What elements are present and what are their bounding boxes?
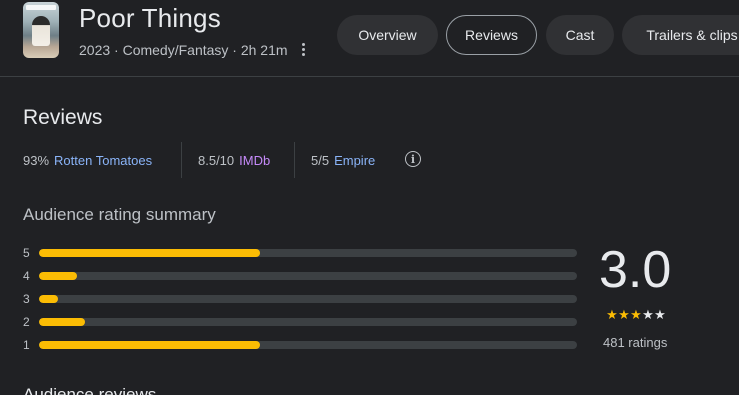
rating-bar-fill <box>39 249 260 257</box>
reviews-heading: Reviews <box>23 106 103 129</box>
rating-bar-row: 3 <box>23 292 578 306</box>
score-source-link[interactable]: IMDb <box>239 153 270 168</box>
poster-title-art <box>26 5 56 10</box>
star-rating: ★★★★★ <box>606 307 666 323</box>
score-value: 93% <box>23 153 50 168</box>
movie-meta: 2023 · Comedy/Fantasy · 2h 21m <box>79 42 288 58</box>
rating-bar-row: 1 <box>23 338 578 352</box>
movie-title: Poor Things <box>79 3 221 33</box>
rating-bar-label: 1 <box>23 338 30 352</box>
star-filled-icon: ★ <box>618 307 630 322</box>
rating-bar-track <box>39 295 577 303</box>
divider <box>294 142 295 178</box>
rating-bar-row: 5 <box>23 246 578 260</box>
score-source-link[interactable]: Empire <box>334 153 375 168</box>
more-options-icon[interactable] <box>297 40 309 58</box>
rating-bar-fill <box>39 341 260 349</box>
tab-trailers-clips[interactable]: Trailers & clips <box>622 15 739 55</box>
movie-poster[interactable] <box>23 2 59 58</box>
rating-bar-label: 4 <box>23 269 30 283</box>
score-imdb[interactable]: 8.5/10 IMDb <box>198 153 270 168</box>
star-filled-icon: ★ <box>606 307 618 322</box>
ratings-count: 481 ratings <box>603 335 668 350</box>
rating-bar-track <box>39 249 577 257</box>
rating-bar-label: 2 <box>23 315 30 329</box>
info-icon[interactable]: i <box>405 151 421 167</box>
rating-bar-track <box>39 318 577 326</box>
rating-bar-fill <box>39 272 77 280</box>
divider <box>181 142 182 178</box>
rating-bar-track <box>39 341 577 349</box>
tab-cast[interactable]: Cast <box>546 15 614 55</box>
score-value: 8.5/10 <box>198 153 235 168</box>
average-rating: 3.0 <box>599 241 672 299</box>
rating-summary-heading: Audience rating summary <box>23 205 216 224</box>
score-source-link[interactable]: Rotten Tomatoes <box>54 153 152 168</box>
star-filled-icon: ★ <box>630 307 642 322</box>
score-rotten-tomatoes[interactable]: 93% Rotten Tomatoes <box>23 153 152 168</box>
rating-bar-fill <box>39 295 58 303</box>
rating-bar-fill <box>39 318 85 326</box>
rating-bar-track <box>39 272 577 280</box>
star-empty-icon: ★ <box>654 307 666 322</box>
movie-header: Poor Things 2023 · Comedy/Fantasy · 2h 2… <box>0 0 739 77</box>
tab-reviews[interactable]: Reviews <box>446 15 537 55</box>
score-empire[interactable]: 5/5 Empire <box>311 153 375 168</box>
rating-bar-row: 4 <box>23 269 578 283</box>
audience-reviews-heading: Audience reviews <box>23 385 157 395</box>
tab-overview[interactable]: Overview <box>337 15 438 55</box>
rating-bar-label: 5 <box>23 246 30 260</box>
score-value: 5/5 <box>311 153 330 168</box>
rating-bar-label: 3 <box>23 292 30 306</box>
poster-figure-art <box>32 16 50 46</box>
rating-bar-row: 2 <box>23 315 578 329</box>
star-empty-icon: ★ <box>642 307 654 322</box>
